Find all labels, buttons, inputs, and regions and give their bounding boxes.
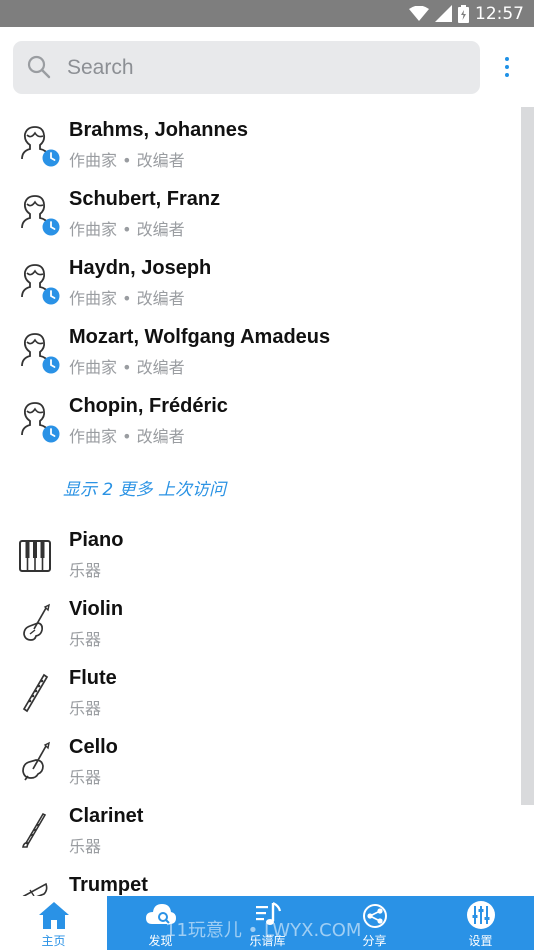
composer-name: Chopin, Frédéric bbox=[69, 395, 228, 417]
share-icon bbox=[362, 904, 387, 928]
search-icon bbox=[27, 55, 51, 79]
composer-role: 作曲家 • 改编者 bbox=[69, 427, 185, 446]
home-icon bbox=[38, 902, 69, 929]
composer-name: Haydn, Joseph bbox=[69, 257, 212, 279]
tab-share[interactable]: 分享 bbox=[321, 896, 428, 950]
search-input[interactable]: Search bbox=[13, 41, 480, 94]
instrument-item-cello[interactable]: Cello 乐器 bbox=[0, 734, 520, 803]
cello-icon bbox=[22, 741, 50, 781]
wifi-icon bbox=[409, 5, 429, 21]
recent-composer-item[interactable]: Mozart, Wolfgang Amadeus 作曲家 • 改编者 bbox=[0, 324, 520, 393]
composer-recent-icon bbox=[21, 195, 60, 236]
composer-recent-icon bbox=[21, 333, 60, 374]
instrument-item-flute[interactable]: Flute 乐器 bbox=[0, 665, 520, 734]
piano-icon bbox=[19, 540, 51, 572]
music-library-icon bbox=[255, 902, 281, 925]
composer-recent-icon bbox=[21, 402, 60, 443]
instrument-type: 乐器 bbox=[69, 837, 102, 856]
status-time: 12:57 bbox=[475, 3, 524, 24]
recent-composer-item[interactable]: Schubert, Franz 作曲家 • 改编者 bbox=[0, 186, 520, 255]
instrument-name: Cello bbox=[69, 736, 118, 758]
instrument-item-violin[interactable]: Violin 乐器 bbox=[0, 596, 520, 665]
clarinet-icon bbox=[22, 812, 47, 848]
flute-icon bbox=[22, 673, 49, 713]
instrument-type: 乐器 bbox=[69, 699, 102, 718]
dot-icon bbox=[505, 73, 509, 77]
instrument-type: 乐器 bbox=[69, 768, 102, 787]
dot-icon bbox=[505, 65, 509, 69]
scrollbar[interactable] bbox=[521, 107, 534, 805]
show-more-recent-link[interactable]: 显示 2 更多 上次访问 bbox=[63, 475, 226, 500]
composer-role: 作曲家 • 改编者 bbox=[69, 289, 185, 308]
signal-icon bbox=[435, 5, 452, 22]
instrument-type: 乐器 bbox=[69, 630, 102, 649]
composer-role: 作曲家 • 改编者 bbox=[69, 151, 185, 170]
search-placeholder: Search bbox=[67, 56, 134, 79]
tab-settings[interactable]: 设置 bbox=[427, 896, 534, 950]
recent-composer-item[interactable]: Brahms, Johannes 作曲家 • 改编者 bbox=[0, 117, 520, 186]
tab-label: 乐谱库 bbox=[249, 934, 286, 948]
instrument-name: Trumpet bbox=[69, 874, 148, 896]
tab-home[interactable]: 主页 bbox=[0, 896, 107, 950]
violin-icon bbox=[23, 603, 50, 641]
settings-sliders-icon bbox=[466, 901, 495, 929]
tab-label: 主页 bbox=[41, 934, 66, 948]
composer-role: 作曲家 • 改编者 bbox=[69, 358, 185, 377]
instrument-item-piano[interactable]: Piano 乐器 bbox=[0, 527, 520, 596]
cloud-search-icon bbox=[145, 904, 176, 924]
instrument-name: Piano bbox=[69, 529, 124, 551]
battery-icon bbox=[458, 4, 469, 23]
tab-label: 分享 bbox=[362, 934, 387, 948]
tab-library[interactable]: 乐谱库 bbox=[214, 896, 321, 950]
composer-recent-icon bbox=[21, 126, 60, 167]
status-bar: 12:57 bbox=[0, 0, 534, 27]
composer-recent-icon bbox=[21, 264, 60, 305]
bottom-tab-bar: 主页 发现 乐谱库 分享 设置 bbox=[0, 896, 534, 950]
instrument-name: Violin bbox=[69, 598, 124, 620]
instrument-name: Flute bbox=[69, 667, 117, 689]
tab-label: 设置 bbox=[468, 934, 493, 948]
tab-discover[interactable]: 发现 bbox=[107, 896, 214, 950]
composer-role: 作曲家 • 改编者 bbox=[69, 220, 185, 239]
instrument-name: Clarinet bbox=[69, 805, 144, 827]
instrument-item-clarinet[interactable]: Clarinet 乐器 bbox=[0, 803, 520, 872]
instrument-type: 乐器 bbox=[69, 561, 102, 580]
more-options-button[interactable] bbox=[496, 52, 518, 82]
recent-composer-item[interactable]: Chopin, Frédéric 作曲家 • 改编者 bbox=[0, 393, 520, 462]
recent-composer-item[interactable]: Haydn, Joseph 作曲家 • 改编者 bbox=[0, 255, 520, 324]
dot-icon bbox=[505, 57, 509, 61]
composer-name: Brahms, Johannes bbox=[69, 119, 248, 141]
composer-name: Mozart, Wolfgang Amadeus bbox=[69, 326, 331, 348]
tab-label: 发现 bbox=[148, 934, 173, 948]
composer-name: Schubert, Franz bbox=[69, 188, 221, 210]
